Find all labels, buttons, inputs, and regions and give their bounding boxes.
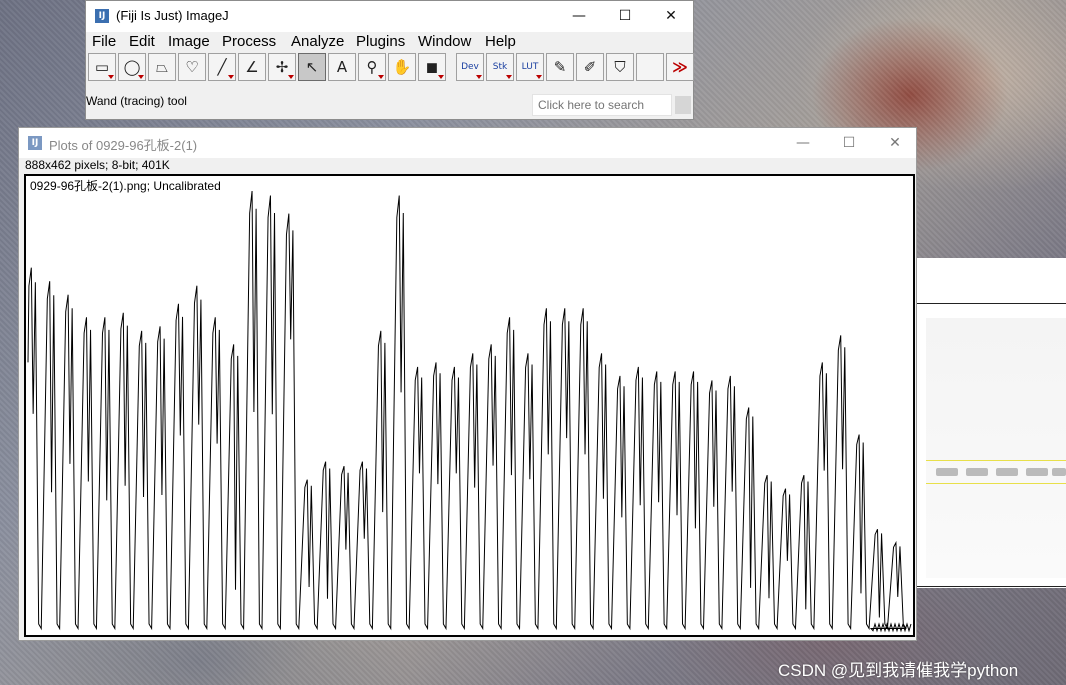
maximize-button[interactable]: ☐ [826, 128, 872, 158]
freehand-tool[interactable]: ♡ [178, 53, 206, 81]
oval-tool[interactable]: ◯ [118, 53, 146, 81]
more-tools-arrow[interactable]: ≫ [666, 53, 694, 81]
flood-fill-tool[interactable]: ⛉ [606, 53, 634, 81]
close-button[interactable]: ✕ [648, 1, 694, 32]
title-bar[interactable]: IJ Plots of 0929-96孔板-2(1) — ☐ ✕ [19, 128, 916, 158]
multipoint-tool[interactable]: ✢ [268, 53, 296, 81]
window-title: Plots of 0929-96孔板-2(1) [49, 138, 198, 153]
color-picker-tool[interactable]: ◼ [418, 53, 446, 81]
menu-edit[interactable]: Edit [129, 33, 155, 50]
gel-image [926, 318, 1066, 578]
angle-tool[interactable]: ∠ [238, 53, 266, 81]
pencil-tool[interactable]: ✎ [546, 53, 574, 81]
status-text: Wand (tracing) tool [86, 94, 187, 108]
image-info: 888x462 pixels; 8-bit; 401K [25, 158, 170, 172]
profile-plot [27, 190, 912, 633]
menu-image[interactable]: Image [168, 33, 210, 50]
menu-analyze[interactable]: Analyze [291, 33, 344, 50]
menu-window[interactable]: Window [418, 33, 471, 50]
menu-file[interactable]: File [92, 33, 116, 50]
minimize-button[interactable]: — [556, 1, 602, 32]
minimize-button[interactable]: — [780, 128, 826, 158]
line-tool[interactable]: ╱ [208, 53, 236, 81]
rectangle-tool[interactable]: ▭ [88, 53, 116, 81]
imagej-logo-icon: IJ [28, 136, 42, 150]
watermark-text: CSDN @见到我请催我学python [778, 661, 1019, 680]
imagej-logo-icon: IJ [95, 9, 109, 23]
profile-line [27, 190, 912, 633]
search-button[interactable] [675, 96, 691, 114]
title-bar[interactable]: IJ (Fiji Is Just) ImageJ — ☐ ✕ [86, 1, 693, 32]
empty-tool-slot[interactable] [636, 53, 664, 81]
plot-canvas[interactable]: 0929-96孔板-2(1).png; Uncalibrated [24, 174, 915, 637]
close-button[interactable]: ✕ [872, 128, 918, 158]
lut-menu[interactable]: LUT [516, 53, 544, 81]
divider [916, 303, 1066, 304]
toolbar: ▭ ◯ ⏢ ♡ ╱ ∠ ✢ ↖ A ⚲ ✋ ◼ Dev Stk LUT ✎ ✐ ⛉ ≫ [86, 52, 694, 84]
menu-bar: File Edit Image Process Analyze Plugins … [86, 32, 693, 52]
search-input[interactable] [532, 94, 672, 116]
text-tool[interactable]: A [328, 53, 356, 81]
window-title: (Fiji Is Just) ImageJ [116, 8, 229, 23]
brush-tool[interactable]: ✐ [576, 53, 604, 81]
stk-menu[interactable]: Stk [486, 53, 514, 81]
menu-process[interactable]: Process [222, 33, 276, 50]
zoom-tool[interactable]: ⚲ [358, 53, 386, 81]
menu-plugins[interactable]: Plugins [356, 33, 405, 50]
divider [916, 586, 1066, 587]
background-gel-image-window[interactable] [916, 258, 1066, 588]
hand-tool[interactable]: ✋ [388, 53, 416, 81]
menu-help[interactable]: Help [485, 33, 516, 50]
plot-window: IJ Plots of 0929-96孔板-2(1) — ☐ ✕ 888x462… [18, 127, 917, 641]
wand-tool[interactable]: ↖ [298, 53, 326, 81]
dev-menu[interactable]: Dev [456, 53, 484, 81]
imagej-main-window: IJ (Fiji Is Just) ImageJ — ☐ ✕ File Edit… [85, 0, 694, 120]
plot-label: 0929-96孔板-2(1).png; Uncalibrated [30, 177, 221, 194]
polygon-tool[interactable]: ⏢ [148, 53, 176, 81]
maximize-button[interactable]: ☐ [602, 1, 648, 32]
